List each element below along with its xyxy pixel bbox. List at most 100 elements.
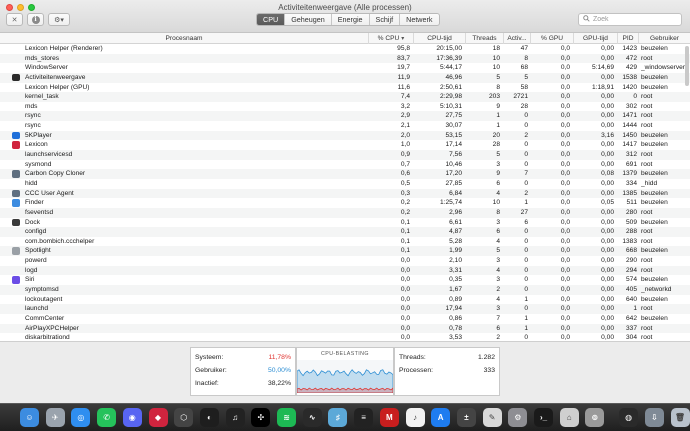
- akai-mpx-icon[interactable]: M: [379, 408, 399, 427]
- headphones-icon[interactable]: ♫: [225, 408, 245, 427]
- cell-gputime: 0,00: [601, 334, 614, 341]
- table-scrollbar[interactable]: [685, 46, 689, 86]
- system-preferences-icon[interactable]: ⚙: [508, 408, 528, 427]
- cpu-load-graph-panel: CPU-BELASTING: [296, 347, 394, 396]
- safari-icon[interactable]: ◎: [71, 408, 91, 427]
- tab-schijf[interactable]: Schijf: [370, 14, 401, 25]
- mixed-in-key-icon[interactable]: ♯: [328, 408, 348, 427]
- action-menu-button[interactable]: ⚙▾: [48, 13, 70, 26]
- cell-cputime: 1:25,74: [440, 199, 462, 207]
- column-header-user[interactable]: Gebruiker: [639, 33, 690, 44]
- column-header-name[interactable]: Procesnaam: [0, 33, 369, 44]
- table-row[interactable]: configd 0,1 4,87 6 0 0,0 0,00 288 root: [0, 227, 690, 237]
- app-store-icon[interactable]: A: [431, 408, 451, 427]
- cell-pid: 1423: [622, 45, 637, 52]
- package-icon[interactable]: ⬡: [174, 408, 194, 427]
- mix-key-icon[interactable]: ≡: [354, 408, 374, 427]
- finder-icon[interactable]: ☺: [20, 408, 39, 427]
- cell-gpu: 0,0: [560, 151, 570, 159]
- table-row[interactable]: diskarbitrationd 0,0 3,53 2 0 0,0 0,00 304 root: [0, 333, 690, 341]
- quit-process-button[interactable]: ✕: [6, 13, 23, 26]
- tab-geheugen[interactable]: Geheugen: [285, 14, 332, 25]
- tab-netwerk[interactable]: Netwerk: [400, 14, 438, 25]
- cell-gpu: 0,0: [560, 199, 570, 207]
- table-row[interactable]: Lexicon 1,0 17,14 28 0 0,0 0,00 1417 beuzelen: [0, 140, 690, 150]
- table-row[interactable]: launchservicesd 0,9 7,56 5 0 0,0 0,00 312 root: [0, 150, 690, 160]
- calculator-icon[interactable]: ±: [456, 408, 476, 427]
- tab-energie[interactable]: Energie: [332, 14, 370, 25]
- 5kplayer-app-icon: [12, 131, 20, 140]
- cell-gpu: 0,0: [560, 247, 570, 255]
- pdf-icon[interactable]: ◐: [199, 408, 219, 427]
- table-row[interactable]: powerd 0,0 2,10 3 0 0,0 0,00 290 root: [0, 256, 690, 266]
- lexicon-icon[interactable]: ◆: [148, 408, 168, 427]
- table-row[interactable]: CommCenter 0,0 0,86 7 1 0,0 0,00 642 beuzelen: [0, 314, 690, 324]
- column-header-wakeups[interactable]: Activ...: [504, 33, 531, 44]
- column-header-gpu[interactable]: % GPU: [531, 33, 574, 44]
- cell-threads: 10: [492, 199, 500, 207]
- table-row[interactable]: logd 0,0 3,31 4 0 0,0 0,00 294 root: [0, 265, 690, 276]
- cell-cputime: 30,07: [445, 122, 462, 130]
- cell-wake: 0: [524, 266, 528, 274]
- column-header-threads[interactable]: Threads: [466, 33, 504, 44]
- threads-value: 1.282: [477, 354, 495, 361]
- table-row[interactable]: AirPlayXPCHelper 0,0 0,78 6 1 0,0 0,00 337 root: [0, 323, 690, 334]
- cell-threads: 5: [496, 73, 500, 81]
- table-row[interactable]: rsync 2,1 30,07 1 0 0,0 0,00 1444 root: [0, 121, 690, 131]
- table-row[interactable]: Carbon Copy Cloner 0,6 17,20 9 7 0,0 0,08 1379 b…: [0, 169, 690, 179]
- table-row[interactable]: sysmond 0,7 10,46 3 0 0,0 0,00 691 root: [0, 160, 690, 170]
- table-row[interactable]: lockoutagent 0,0 0,89 4 1 0,0 0,00 640 beuzelen: [0, 295, 690, 305]
- column-header-gpu-time[interactable]: GPU-tijd: [574, 33, 618, 44]
- tab-cpu[interactable]: CPU: [257, 14, 286, 25]
- table-row[interactable]: rsync 2,9 27,75 1 0 0,0 0,00 1471 root: [0, 111, 690, 122]
- disk-utility-icon[interactable]: ⊚: [585, 408, 605, 427]
- cell-gputime: 0,00: [601, 151, 614, 159]
- terminal-icon[interactable]: ›_: [534, 408, 553, 427]
- table-row[interactable]: 5KPlayer 2,0 53,15 20 2 0,0 3,16 1450 beuzelen: [0, 130, 690, 141]
- table-row[interactable]: Dock 0,1 6,61 3 6 0,0 0,00 509 beuzelen: [0, 218, 690, 228]
- cell-user: root: [641, 122, 653, 130]
- dvd-player-icon[interactable]: ◍: [619, 408, 639, 427]
- table-row[interactable]: launchd 0,0 17,94 3 0 0,0 0,00 1 root: [0, 304, 690, 314]
- table-row[interactable]: mds 3,2 5:10,31 9 28 0,0 0,00 302 root: [0, 102, 690, 112]
- utility-icon[interactable]: ⌂: [559, 408, 579, 427]
- discord-icon[interactable]: ◉: [122, 408, 142, 427]
- table-row[interactable]: kernel_task 7,4 2:29,98 203 2721 0,0 0,00 0 root: [0, 92, 690, 102]
- cell-user: beuzelen: [641, 131, 668, 139]
- search-field[interactable]: [578, 13, 682, 26]
- table-row[interactable]: fseventsd 0,2 2,96 8 27 0,0 0,00 280 root: [0, 207, 690, 218]
- table-row[interactable]: Spotlight 0,1 1,99 5 0 0,0 0,00 668 beuzelen: [0, 246, 690, 257]
- table-row[interactable]: com.bombich.ccchelper 0,1 5,28 4 0 0,0 0,00 138…: [0, 237, 690, 247]
- column-header-cpu[interactable]: % CPU: [369, 33, 414, 44]
- cell-cputime: 0,89: [449, 295, 462, 303]
- table-row[interactable]: symptomsd 0,0 1,67 2 0 0,0 0,00 405 _networkd: [0, 285, 690, 295]
- activity-monitor-icon[interactable]: ∿: [302, 408, 322, 427]
- table-row[interactable]: mds_stores 83,7 17:36,39 10 8 0,0 0,00 472 root: [0, 53, 690, 64]
- inspect-process-button[interactable]: i: [27, 13, 44, 26]
- script-editor-icon[interactable]: ✎: [482, 408, 502, 427]
- finder-app-icon: [12, 199, 20, 207]
- cell-threads: 18: [492, 45, 500, 52]
- table-row[interactable]: Finder 0,2 1:25,74 10 1 0,0 0,05 511 beuzelen: [0, 198, 690, 208]
- table-row[interactable]: WindowServer 19,7 5:44,17 10 68 0,0 5:14,69 429…: [0, 63, 690, 73]
- table-row[interactable]: Lexicon Helper (GPU) 11,6 2:50,61 8 58 0,0 1:1…: [0, 83, 690, 93]
- table-row[interactable]: hidd 0,5 27,85 6 0 0,0 0,00 334 _hidd: [0, 179, 690, 189]
- downloads-stack-icon[interactable]: ⇩: [644, 408, 664, 427]
- search-input[interactable]: [593, 16, 673, 23]
- whatsapp-icon[interactable]: ✆: [97, 408, 117, 427]
- cell-threads: 20: [492, 131, 500, 139]
- column-header-pid[interactable]: PID: [618, 33, 639, 44]
- cell-cpu: 0,1: [400, 228, 410, 236]
- music-icon[interactable]: ♪: [405, 408, 425, 427]
- table-row[interactable]: Siri 0,0 0,35 3 0 0,0 0,00 574 beuzelen: [0, 275, 690, 285]
- tidal-icon[interactable]: ✣: [251, 408, 271, 427]
- trash-icon[interactable]: 🗑: [670, 408, 690, 427]
- table-row[interactable]: Lexicon Helper (Renderer) 95,8 20:15,00 18 4…: [0, 44, 690, 54]
- table-row[interactable]: Activiteitenweergave 11,9 46,96 5 5 0,0 0,00 15…: [0, 72, 690, 83]
- column-header-cpu-time[interactable]: CPU-tijd: [414, 33, 466, 44]
- cell-gputime: 1:18,91: [592, 83, 614, 91]
- spotify-icon[interactable]: ≋: [277, 408, 296, 427]
- launchpad-icon[interactable]: ✈: [45, 408, 65, 427]
- process-name: Lexicon: [25, 141, 48, 149]
- table-row[interactable]: CCC User Agent 0,3 6,84 4 2 0,0 0,00 1385 beuzel…: [0, 188, 690, 199]
